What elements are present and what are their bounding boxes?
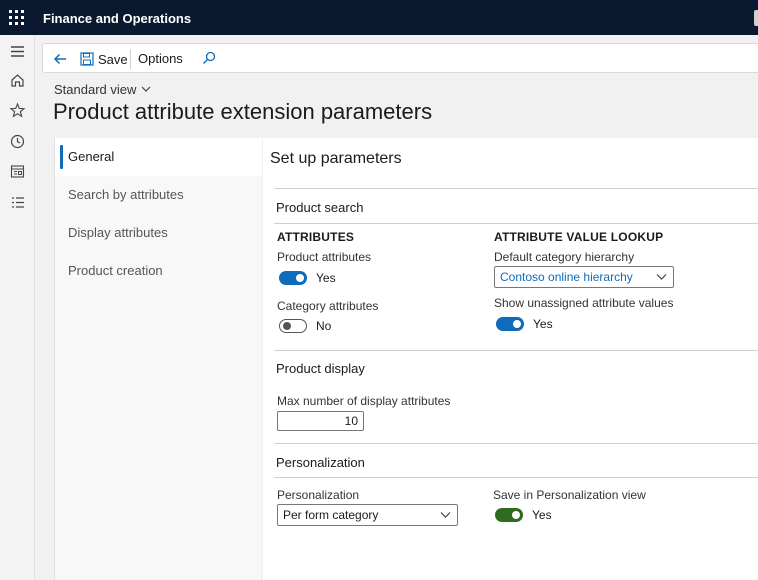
category-attributes-label: Category attributes xyxy=(277,299,379,313)
options-button[interactable]: Options xyxy=(138,51,183,66)
profile-edge[interactable] xyxy=(754,10,758,26)
attributes-heading: ATTRIBUTES xyxy=(277,230,355,244)
divider xyxy=(274,443,758,444)
tab-product-creation[interactable]: Product creation xyxy=(55,252,262,290)
hamburger-menu-icon[interactable] xyxy=(9,43,26,60)
app-title: Finance and Operations xyxy=(43,11,192,26)
show-unassigned-label: Show unassigned attribute values xyxy=(494,296,674,310)
tab-general[interactable]: General xyxy=(55,138,262,176)
toggle-value: Yes xyxy=(533,317,553,331)
page-title: Product attribute extension parameters xyxy=(53,99,433,124)
tab-display-attributes[interactable]: Display attributes xyxy=(55,214,262,252)
toggle-value: No xyxy=(316,319,332,333)
save-label: Save xyxy=(98,51,128,67)
tab-search-by-attributes[interactable]: Search by attributes xyxy=(55,176,262,214)
workspaces-icon[interactable] xyxy=(9,163,26,180)
product-attributes-label: Product attributes xyxy=(277,250,372,264)
personalization-select[interactable]: Per form category xyxy=(277,504,458,526)
toggle-switch[interactable] xyxy=(279,319,307,333)
search-icon[interactable] xyxy=(201,50,217,66)
favorites-star-icon[interactable] xyxy=(9,102,26,119)
left-navigation xyxy=(0,35,35,580)
app-launcher-icon[interactable] xyxy=(9,10,24,25)
divider xyxy=(274,477,758,478)
view-selector-label: Standard view xyxy=(54,82,137,97)
toggle-switch[interactable] xyxy=(279,271,307,285)
attribute-value-lookup-heading: ATTRIBUTE VALUE LOOKUP xyxy=(494,230,664,244)
recent-clock-icon[interactable] xyxy=(9,133,26,150)
top-bar: Finance and Operations xyxy=(0,0,758,35)
toggle-value: Yes xyxy=(316,271,336,285)
group-personalization-title[interactable]: Personalization xyxy=(276,455,365,470)
save-disk-icon xyxy=(80,52,94,66)
toggle-switch[interactable] xyxy=(496,317,524,331)
toolbar-separator xyxy=(130,49,131,69)
show-unassigned-toggle[interactable]: Yes xyxy=(496,317,553,331)
product-attributes-toggle[interactable]: Yes xyxy=(279,271,336,285)
group-product-search-title[interactable]: Product search xyxy=(276,200,363,215)
group-product-display-title[interactable]: Product display xyxy=(276,361,365,376)
divider xyxy=(274,350,758,351)
back-arrow-icon[interactable] xyxy=(51,50,69,68)
save-button[interactable]: Save xyxy=(80,50,128,68)
toggle-switch[interactable] xyxy=(495,508,523,522)
vertical-tab-list: General Search by attributes Display att… xyxy=(54,138,262,580)
chevron-down-icon xyxy=(440,512,451,518)
default-category-hierarchy-label: Default category hierarchy xyxy=(494,250,635,264)
save-in-personalization-label: Save in Personalization view xyxy=(493,488,646,502)
action-pane: Save Options xyxy=(42,43,758,73)
default-category-hierarchy-select[interactable]: Contoso online hierarchy xyxy=(494,266,674,288)
max-display-attributes-label: Max number of display attributes xyxy=(277,394,451,408)
modules-list-icon[interactable] xyxy=(9,194,26,211)
toggle-value: Yes xyxy=(532,508,552,522)
home-icon[interactable] xyxy=(9,72,26,89)
view-selector[interactable]: Standard view xyxy=(54,82,151,97)
select-value: Contoso online hierarchy xyxy=(500,270,633,284)
section-title: Set up parameters xyxy=(270,150,402,167)
divider xyxy=(274,223,758,224)
save-in-personalization-toggle[interactable]: Yes xyxy=(495,508,552,522)
select-value: Per form category xyxy=(283,508,379,522)
category-attributes-toggle[interactable]: No xyxy=(279,319,331,333)
chevron-down-icon xyxy=(656,274,667,280)
personalization-label: Personalization xyxy=(277,488,360,502)
tab-content-general: Set up parameters Product search ATTRIBU… xyxy=(263,138,758,580)
divider xyxy=(274,188,758,189)
max-display-attributes-input[interactable]: 10 xyxy=(277,411,364,431)
chevron-down-icon xyxy=(141,86,151,92)
